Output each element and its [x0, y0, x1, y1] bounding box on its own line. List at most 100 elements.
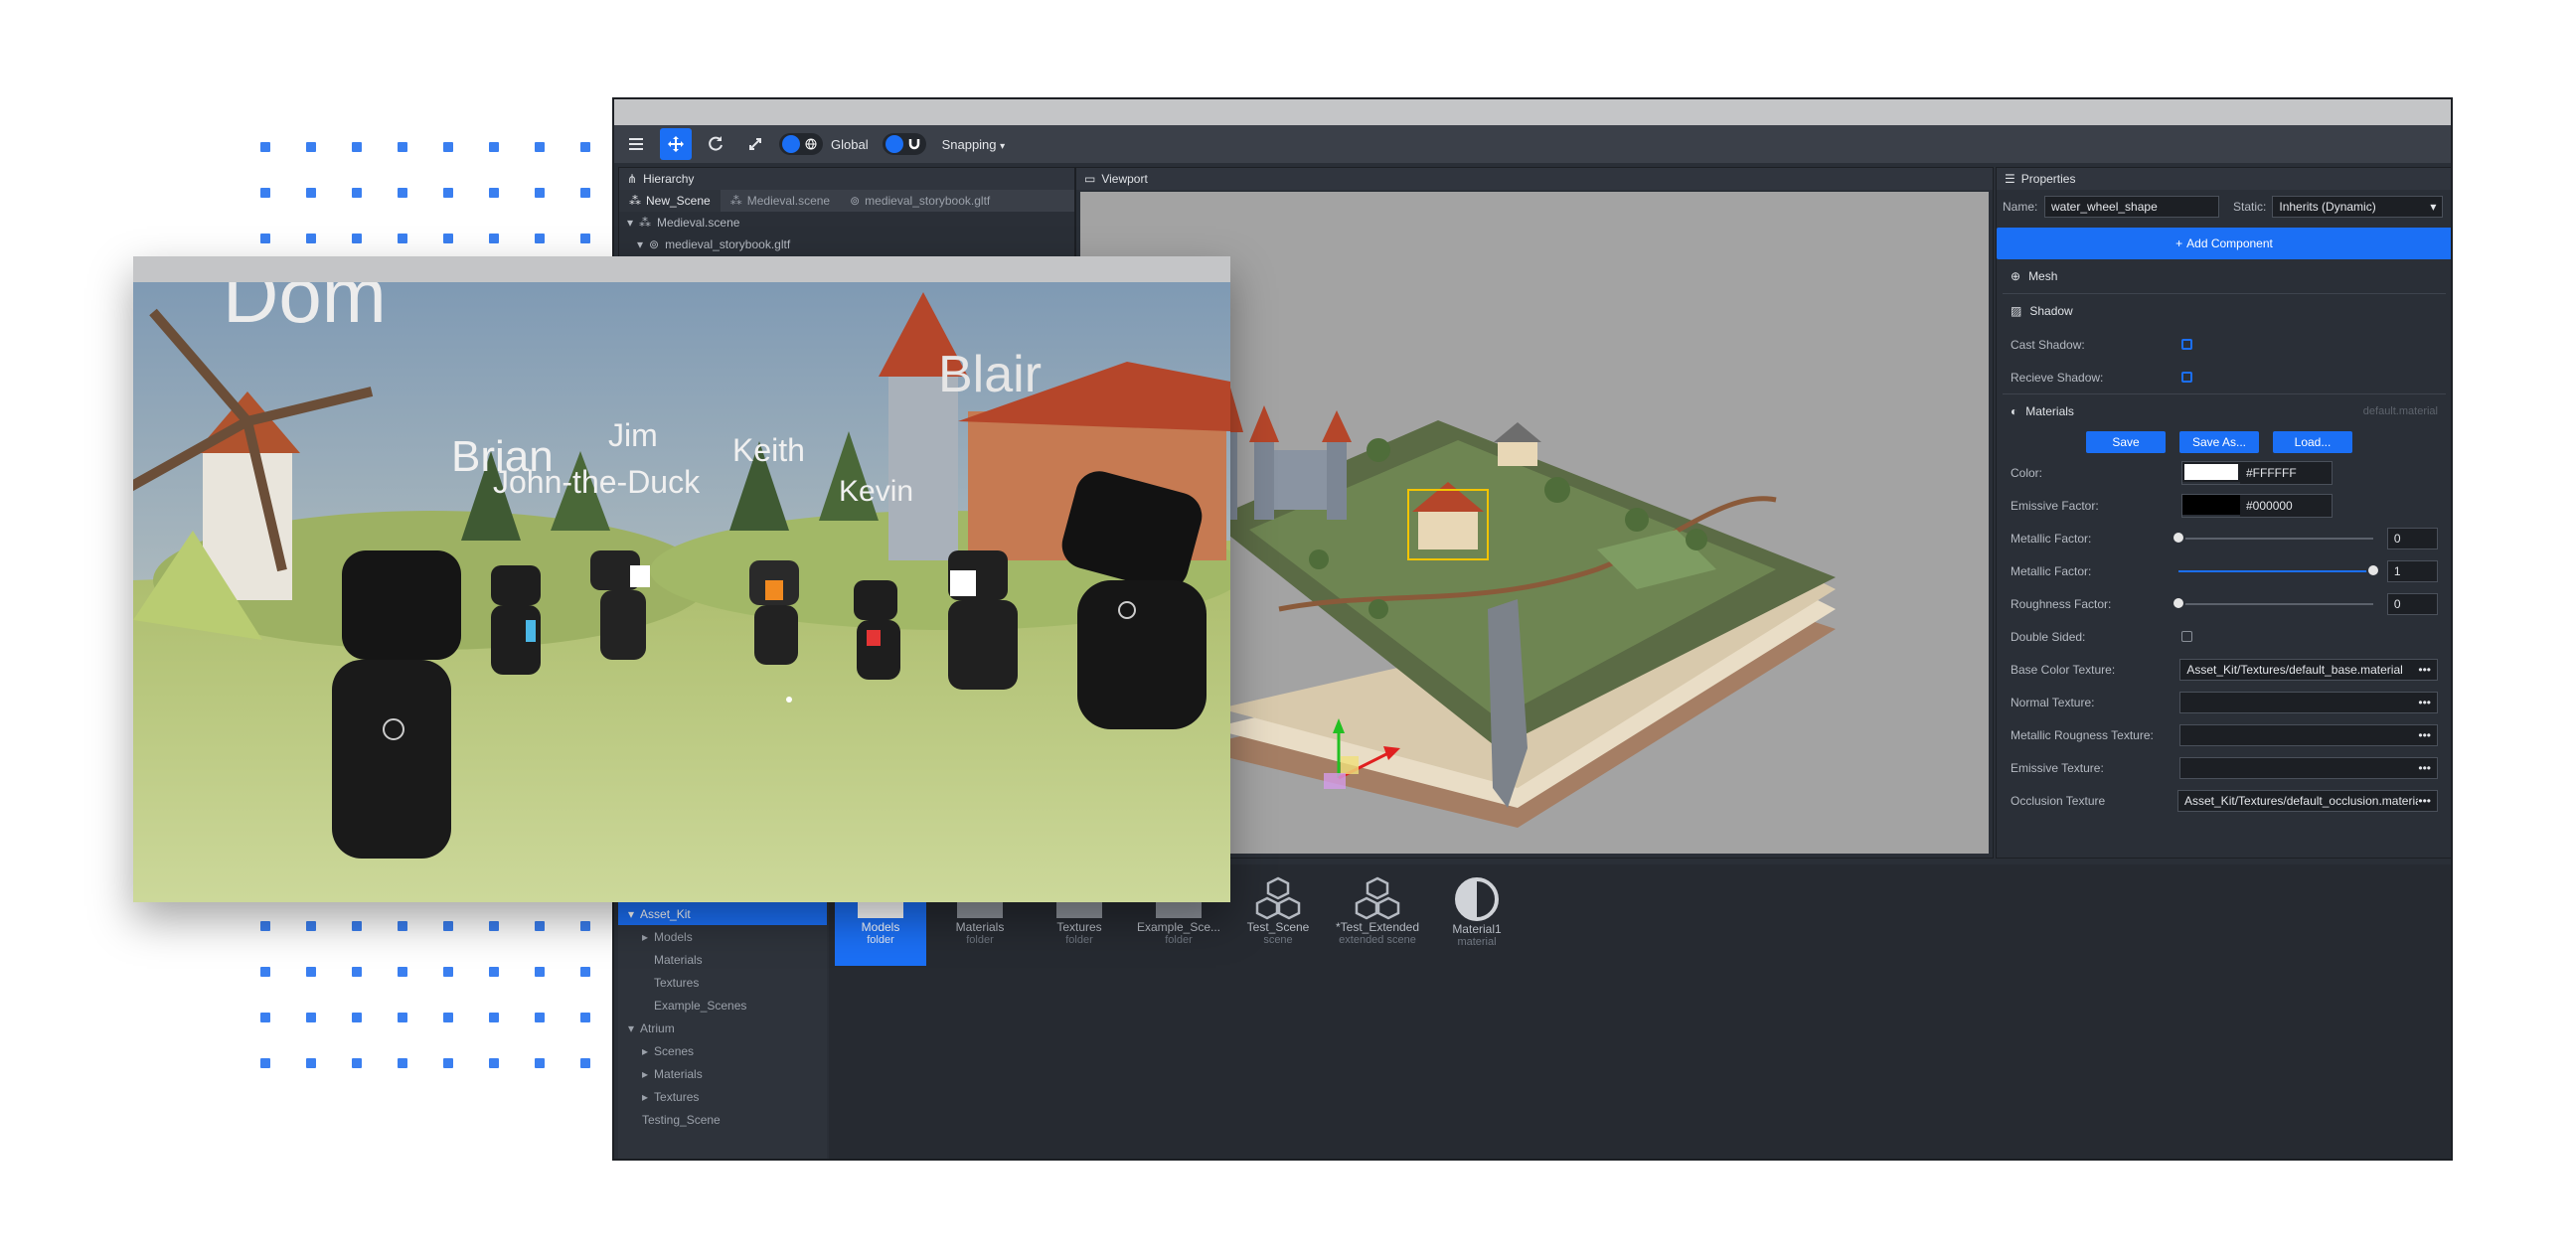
caret-right-icon: ▸ — [642, 1089, 649, 1104]
decorative-dot — [352, 921, 362, 931]
decorative-dot — [489, 1013, 499, 1022]
shadow-section[interactable]: ▨ Shadow — [1997, 294, 2451, 328]
avatar-name-blair: Blair — [938, 346, 1042, 403]
color-hex[interactable]: #FFFFFF — [2240, 461, 2332, 484]
cast-shadow-checkbox[interactable] — [2181, 339, 2192, 350]
rotate-icon[interactable] — [700, 128, 731, 160]
color-field[interactable]: #FFFFFF — [2181, 460, 2333, 485]
emissive-hex[interactable]: #000000 — [2240, 494, 2332, 517]
tree-item-models[interactable]: ▸ Models — [618, 925, 827, 948]
model-icon: ⊚ — [850, 194, 861, 208]
more-icon[interactable]: ••• — [2418, 794, 2431, 808]
more-icon[interactable]: ••• — [2418, 728, 2431, 742]
slider-thumb[interactable] — [2171, 595, 2185, 610]
snapping-toggle[interactable] — [882, 133, 926, 155]
metallic-factor-input[interactable]: 0 — [2386, 527, 2438, 549]
viewport-icon: ▭ — [1084, 172, 1096, 186]
asset-tile-material1[interactable]: Material1 material — [1431, 870, 1523, 966]
base-color-texture-field[interactable]: Asset_Kit/Textures/default_base.material… — [2179, 658, 2438, 681]
tab-medieval-storybook[interactable]: ⊚ medieval_storybook.gltf — [840, 190, 1000, 212]
decorative-dot — [398, 188, 407, 198]
decorative-dot — [260, 142, 270, 152]
more-icon[interactable]: ••• — [2418, 663, 2431, 677]
metallic-roughness-texture-field[interactable]: ••• — [2179, 723, 2438, 746]
toolbar: Global Snapping ▾ — [614, 125, 2451, 163]
decorative-dot — [398, 1058, 407, 1068]
avatar-name-dom: Dom — [223, 282, 387, 339]
decorative-dot — [306, 921, 316, 931]
save-as-button[interactable]: Save As... — [2179, 431, 2259, 453]
tree-item-medieval-scene[interactable]: ▾ ⁂ Medieval.scene — [619, 212, 1074, 234]
decorative-dot — [443, 142, 453, 152]
avatar-name-john-the-duck: John-the-Duck — [493, 464, 701, 500]
occlusion-texture-field[interactable]: Asset_Kit/Textures/default_occlusion.mat… — [2177, 789, 2438, 812]
tree-item-medieval-storybook[interactable]: ▾ ⊚ medieval_storybook.gltf — [619, 234, 1074, 255]
decorative-dot — [398, 921, 407, 931]
metallic-factor-2-slider[interactable] — [2177, 562, 2380, 577]
save-button[interactable]: Save — [2086, 431, 2166, 453]
more-icon[interactable]: ••• — [2418, 761, 2431, 775]
decorative-dot — [580, 967, 590, 977]
tree-item-atrium-materials[interactable]: ▸ Materials — [618, 1062, 827, 1085]
hamburger-icon[interactable] — [620, 128, 652, 160]
asset-tile-test-scene[interactable]: Test_Scene scene — [1232, 870, 1324, 966]
tree-item-atrium-textures[interactable]: ▸ Textures — [618, 1085, 827, 1108]
decorative-dot — [260, 188, 270, 198]
decorative-dot — [260, 1013, 270, 1022]
decorative-dot — [352, 234, 362, 243]
shadow-icon: ▨ — [2011, 304, 2022, 318]
vr-scene-image: Dom Blair Jim Keith Brian John-the-Duck … — [133, 256, 1230, 902]
move-icon[interactable] — [660, 128, 692, 160]
receive-shadow-checkbox[interactable] — [2181, 372, 2192, 383]
snapping-label: Snapping — [941, 136, 997, 152]
tab-medieval-scene[interactable]: ⁂ Medieval.scene — [721, 190, 840, 212]
roughness-slider[interactable] — [2171, 595, 2373, 610]
tree-item-testing-scene[interactable]: Testing_Scene — [618, 1108, 827, 1131]
tree-item-atrium[interactable]: ▾ Atrium — [618, 1017, 827, 1039]
decorative-dot — [580, 142, 590, 152]
caret-right-icon: ▸ — [642, 1066, 649, 1081]
add-component-button[interactable]: + Add Component — [1997, 228, 2451, 259]
emissive-field[interactable]: #000000 — [2181, 493, 2333, 518]
decorative-dot — [580, 1013, 590, 1022]
plus-icon: + — [2175, 236, 2183, 250]
roughness-input[interactable]: 0 — [2386, 592, 2438, 615]
decorative-dot — [580, 234, 590, 243]
assets-tree-panel: ▾ Asset_Kit ▸ Models Materials Textures Ex… — [618, 864, 827, 1159]
slider-thumb[interactable] — [2365, 562, 2380, 577]
slider-thumb[interactable] — [2171, 530, 2185, 545]
double-sided-checkbox[interactable] — [2181, 631, 2192, 642]
chevron-down-icon: ▾ — [1000, 140, 1006, 152]
decorative-dot — [352, 188, 362, 198]
static-select[interactable]: Inherits (Dynamic) ▾ — [2272, 196, 2444, 218]
more-icon[interactable]: ••• — [2418, 696, 2431, 709]
mesh-section[interactable]: ⊕ Mesh — [1997, 259, 2451, 293]
emissive-swatch[interactable] — [2182, 494, 2240, 515]
decorative-dot — [580, 921, 590, 931]
avatar-name-jim: Jim — [608, 417, 658, 453]
emissive-label: Emissive Factor: — [2011, 498, 2099, 513]
name-input[interactable]: water_wheel_shape — [2044, 196, 2219, 218]
tab-new-scene[interactable]: ⁂ New_Scene — [619, 190, 721, 212]
snapping-dropdown[interactable]: Snapping ▾ — [942, 137, 1006, 152]
tree-item-asset-kit[interactable]: ▾ Asset_Kit — [618, 902, 827, 925]
cubes-icon — [1255, 876, 1301, 920]
scale-icon[interactable] — [739, 128, 771, 160]
caret-right-icon: ▸ — [642, 1043, 649, 1058]
color-swatch[interactable] — [2182, 461, 2240, 482]
caret-down-icon: ▾ — [637, 237, 644, 251]
tree-item-textures[interactable]: Textures — [618, 971, 827, 994]
metallic-factor-2-input[interactable]: 1 — [2386, 559, 2438, 582]
normal-texture-field[interactable]: ••• — [2179, 691, 2438, 713]
materials-section[interactable]: ◐ Materials default.material — [1997, 394, 2451, 428]
decorative-dot — [535, 142, 545, 152]
global-space-toggle[interactable] — [779, 133, 823, 155]
metallic-factor-slider[interactable] — [2171, 530, 2373, 545]
tree-item-example-scenes[interactable]: Example_Scenes — [618, 994, 827, 1017]
tree-item-materials[interactable]: Materials — [618, 948, 827, 971]
load-button[interactable]: Load... — [2273, 431, 2352, 453]
asset-tile-test-extended[interactable]: *Test_Extended extended scene — [1332, 870, 1423, 966]
static-label: Static: — [2233, 200, 2267, 214]
emissive-texture-field[interactable]: ••• — [2179, 756, 2438, 779]
tree-item-scenes[interactable]: ▸ Scenes — [618, 1039, 827, 1062]
